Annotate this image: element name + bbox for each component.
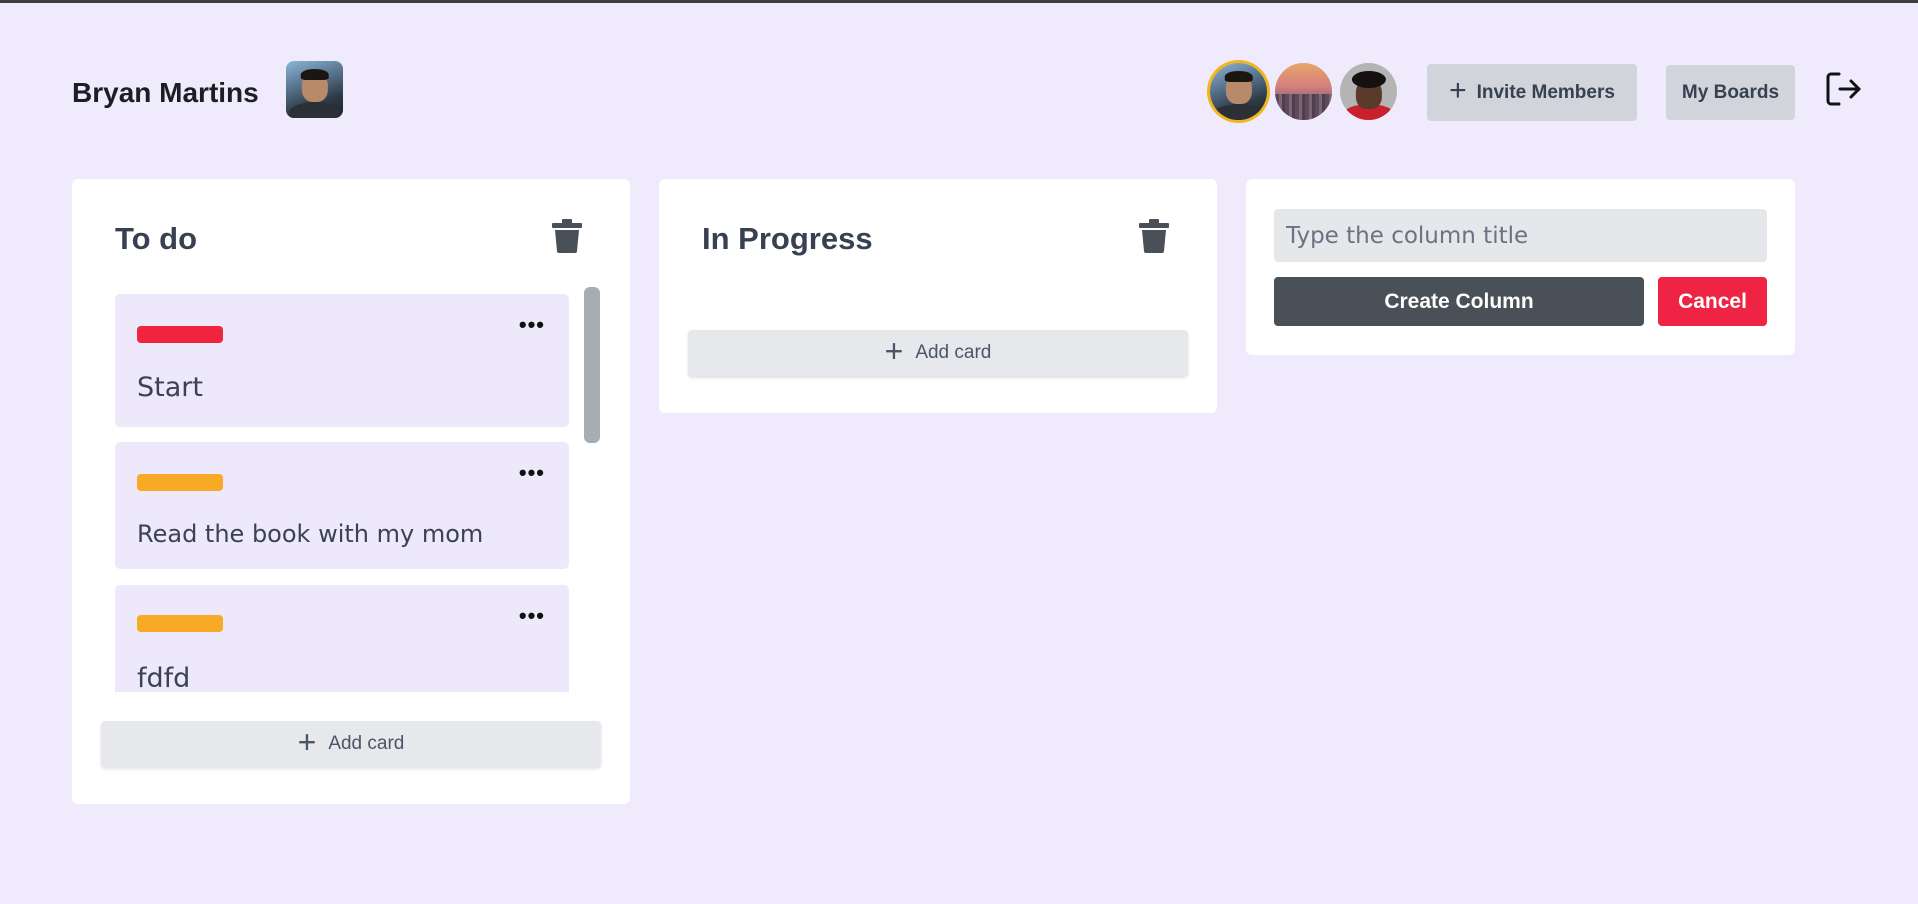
trash-icon[interactable] [1139,219,1169,253]
column-to-do: To do ••• Start ••• Read the book with m… [72,179,630,804]
add-card-label: Add card [328,733,405,754]
column-title: In Progress [702,221,873,256]
add-card-button[interactable]: + Add card [101,721,601,767]
card-label-tag [137,615,223,632]
card-list-scrollbar[interactable] [584,287,600,443]
create-column-button[interactable]: Create Column [1274,277,1644,326]
user-avatar[interactable] [286,61,343,118]
member-avatar-1[interactable] [1210,63,1267,120]
board-members [1210,63,1397,120]
card-label-tag [137,474,223,491]
member-avatar-3[interactable] [1340,63,1397,120]
my-boards-button[interactable]: My Boards [1666,65,1795,120]
invite-members-label: Invite Members [1476,81,1615,103]
logout-icon[interactable] [1824,69,1864,109]
more-dots-icon[interactable]: ••• [519,605,545,627]
more-dots-icon[interactable]: ••• [519,314,545,336]
plus-icon: + [1449,74,1467,107]
card[interactable]: ••• fdfd [115,585,569,692]
trash-icon[interactable] [552,219,582,253]
plus-icon: + [884,333,904,369]
column-in-progress: In Progress + Add card [659,179,1217,413]
invite-members-button[interactable]: + Invite Members [1427,64,1637,121]
card[interactable]: ••• Read the book with my mom [115,442,569,569]
user-name: Bryan Martins [72,77,259,108]
more-dots-icon[interactable]: ••• [519,462,545,484]
card-label-tag [137,326,223,343]
member-avatar-2[interactable] [1275,63,1332,120]
column-title-input[interactable] [1274,209,1767,262]
add-card-button[interactable]: + Add card [688,330,1188,376]
add-card-label: Add card [915,342,992,363]
avatar-shoulders [288,102,341,118]
card-text: fdfd [137,663,191,692]
cancel-button[interactable]: Cancel [1658,277,1767,326]
card[interactable]: ••• Start [115,294,569,427]
avatar-hair [1224,70,1253,83]
avatar-shoulders [1212,104,1265,120]
plus-icon: + [297,724,317,760]
card-list: ••• Start ••• Read the book with my mom … [115,294,569,692]
avatar-hair [300,68,329,81]
avatar-cityscape [1275,94,1332,120]
column-title: To do [115,221,198,256]
avatar-hair [1351,70,1386,89]
card-text: Start [137,372,203,403]
new-column-form: Create Column Cancel [1246,179,1795,355]
card-text: Read the book with my mom [137,520,484,548]
